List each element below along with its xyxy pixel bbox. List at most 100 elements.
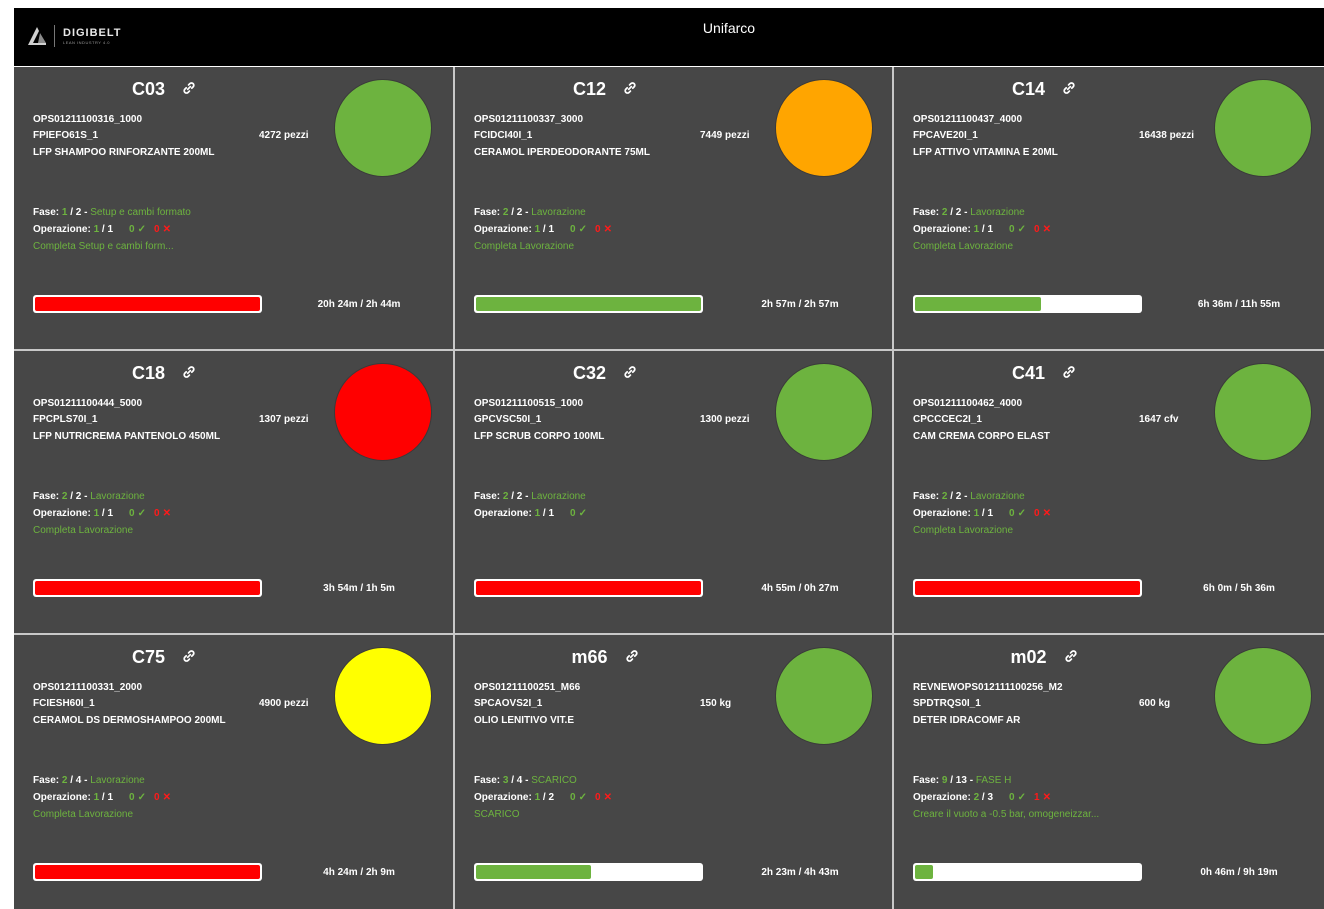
operation-label: Operazione: [33,224,94,235]
action-link[interactable]: SCARICO [474,809,520,820]
phase-name: Lavorazione [531,207,586,218]
time-counter: 20h 24m / 2h 44m [317,299,401,310]
cross-icon: ✕ [1042,224,1051,235]
quantity: 4900 pezzi [259,698,309,709]
machine-card[interactable]: C18 OPS01211100444_5000 FPCPLS70I_1 1307… [14,351,453,633]
progress-bar [474,863,703,881]
operation-line: Operazione: 1 / 1 0 ✓ 0 ✕ [913,508,1051,519]
time-counter: 6h 36m / 11h 55m [1197,299,1281,310]
operation-line: Operazione: 1 / 1 0 ✓ [474,508,587,519]
status-light [334,363,432,461]
order-number: OPS01211100251_M66 [474,682,581,693]
ok-count: 0 [1009,224,1015,235]
article-code: FPIEFO61S_1 [33,130,99,141]
machine-card[interactable]: C75 OPS01211100331_2000 FCIESH60I_1 4900… [14,635,453,909]
progress-bar [33,295,262,313]
phase-label: Fase: [33,491,62,502]
progress-bar [474,579,703,597]
time-counter: 6h 0m / 5h 36m [1203,583,1275,594]
quantity: 16438 pezzi [1139,130,1195,141]
machine-card[interactable]: C41 OPS01211100462_4000 CPCCCEC2I_1 1647… [894,351,1324,633]
order-number: REVNEWOPS012111100256_M2 [913,682,1063,693]
quantity: 1300 pezzi [700,414,750,425]
machine-name: m02 [1010,647,1047,667]
machine-name: C12 [572,79,606,99]
machine-card[interactable]: m02 REVNEWOPS012111100256_M2 SPDTRQS0I_1… [894,635,1324,909]
action-link[interactable]: Completa Lavorazione [33,809,133,820]
quantity: 1307 pezzi [259,414,309,425]
phase-line: Fase: 2 / 2 - Lavorazione [913,491,1025,502]
product-name: CAM CREMA CORPO ELAST [913,431,1050,442]
link-icon[interactable] [182,649,196,663]
phase-name: Lavorazione [90,491,145,502]
check-icon: ✓ [1017,224,1026,235]
ko-count: 1 [1034,792,1040,803]
status-light [334,647,432,745]
order-number: OPS01211100444_5000 [33,398,142,409]
ok-count: 0 [1009,792,1015,803]
time-counter: 2h 23m / 4h 43m [761,867,839,878]
action-link[interactable]: Completa Lavorazione [913,525,1013,536]
time-counter: 4h 24m / 2h 9m [323,867,395,878]
phase-label: Fase: [33,207,62,218]
machine-card[interactable]: C14 OPS01211100437_4000 FPCAVE20I_1 1643… [894,67,1324,349]
machine-card[interactable]: C03 OPS01211100316_1000 FPIEFO61S_1 4272… [14,67,453,349]
phase-total: / 4 - [508,775,532,786]
link-icon[interactable] [623,81,637,95]
operation-total: / 1 [99,792,114,803]
machine-name: C32 [572,363,606,383]
product-name: CERAMOL DS DERMOSHAMPOO 200ML [33,715,226,726]
link-icon[interactable] [1062,365,1076,379]
link-icon[interactable] [625,649,639,663]
link-icon[interactable] [1062,81,1076,95]
machine-card[interactable]: C12 OPS01211100337_3000 FCIDCI40I_1 7449… [455,67,892,349]
article-code: FCIDCI40I_1 [474,130,533,141]
link-icon[interactable] [623,365,637,379]
action-link[interactable]: Creare il vuoto a -0.5 bar, omogeneizzar… [913,809,1099,820]
operation-line: Operazione: 1 / 1 0 ✓ 0 ✕ [33,508,171,519]
ko-count: 0 [595,224,601,235]
article-code: FPCAVE20I_1 [913,130,978,141]
phase-label: Fase: [474,775,503,786]
product-name: DETER IDRACOMF AR [913,715,1021,726]
check-icon: ✓ [578,508,587,519]
link-icon[interactable] [182,365,196,379]
progress-fill [476,865,591,879]
operation-label: Operazione: [913,508,974,519]
operation-line: Operazione: 1 / 1 0 ✓ 0 ✕ [33,792,171,803]
progress-fill [35,865,260,879]
link-icon[interactable] [1064,649,1078,663]
operation-label: Operazione: [33,792,94,803]
cross-icon: ✕ [162,224,171,235]
check-icon: ✓ [137,224,146,235]
order-number: OPS01211100337_3000 [474,114,583,125]
phase-label: Fase: [913,491,942,502]
operation-line: Operazione: 2 / 3 0 ✓ 1 ✕ [913,792,1051,803]
product-name: LFP ATTIVO VITAMINA E 20ML [913,147,1058,158]
link-icon[interactable] [182,81,196,95]
article-code: SPDTRQS0I_1 [913,698,981,709]
machine-card[interactable]: m66 OPS01211100251_M66 SPCAOVS2I_1 150 k… [455,635,892,909]
cross-icon: ✕ [603,792,612,803]
operation-total: / 1 [540,224,555,235]
operation-line: Operazione: 1 / 2 0 ✓ 0 ✕ [474,792,612,803]
phase-total: / 2 - [67,207,91,218]
action-link[interactable]: Completa Lavorazione [474,241,574,252]
product-name: LFP SCRUB CORPO 100ML [474,431,605,442]
operation-total: / 2 [540,792,555,803]
phase-line: Fase: 1 / 2 - Setup e cambi formato [33,207,191,218]
progress-fill [915,865,933,879]
action-link[interactable]: Completa Lavorazione [913,241,1013,252]
ok-count: 0 [570,508,576,519]
cross-icon: ✕ [1042,508,1051,519]
check-icon: ✓ [1017,792,1026,803]
operation-total: / 1 [99,224,114,235]
action-link[interactable]: Completa Lavorazione [33,525,133,536]
phase-name: FASE H [975,775,1012,786]
machine-card[interactable]: C32 OPS01211100515_1000 GPCVSC50I_1 1300… [455,351,892,633]
operation-label: Operazione: [474,224,535,235]
phase-total: / 4 - [67,775,91,786]
action-link[interactable]: Completa Setup e cambi form... [33,241,174,252]
cross-icon: ✕ [162,792,171,803]
phase-total: / 2 - [947,491,971,502]
